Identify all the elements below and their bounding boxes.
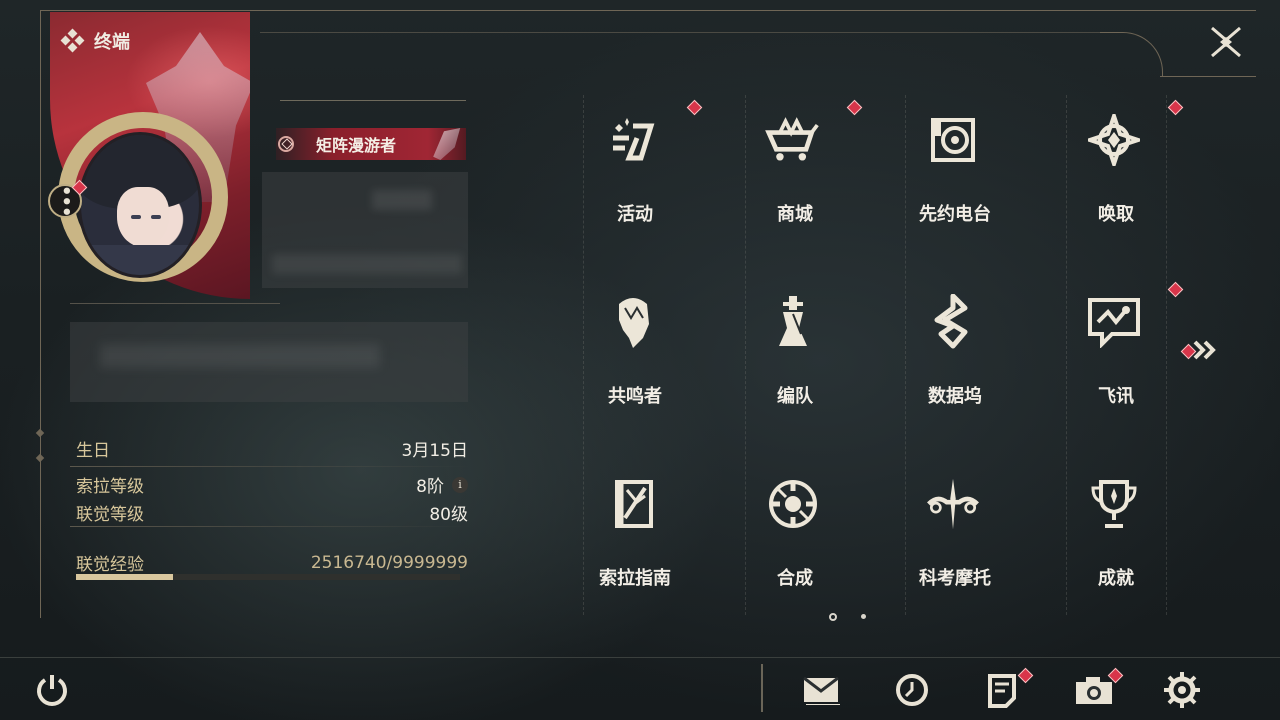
avatar[interactable] [78,132,202,278]
camera-icon [1076,677,1112,704]
menu-item-team[interactable]: 编队 [715,282,875,432]
blurred-signature[interactable] [70,322,468,402]
menu-item-label: 合成 [777,568,813,589]
menu-item-guide[interactable]: 索拉指南 [555,464,715,614]
menu-item-label: 成就 [1098,568,1134,589]
notification-dot [1167,99,1184,116]
trophy-icon [1086,476,1142,532]
menu-item-label: 编队 [777,386,813,407]
frame-inner-line [260,32,1102,33]
menu-item-label: 索拉指南 [599,568,671,589]
bottom-bar-divider [0,657,1280,658]
header: 终端 [60,28,130,54]
notification-dot [846,99,863,116]
title-badge-text: 矩阵漫游者 [316,136,397,155]
menu-item-data-dock[interactable]: 数据坞 [875,282,1035,432]
birthday-row: 生日 3月15日 [76,436,468,461]
rail-marker [35,453,45,463]
birthday-label: 生日 [76,441,110,461]
message-chat-icon [1086,294,1142,350]
badge-wing-icon [433,128,461,160]
menu-item-label: 飞讯 [1098,386,1134,407]
settings-gear-icon [1164,672,1200,708]
divider [70,526,470,527]
menu-item-radio[interactable]: 先约电台 [875,100,1035,250]
mail-button[interactable] [800,668,844,712]
notification-dot [686,99,703,116]
power-button[interactable] [34,672,70,708]
terminal-diamond-icon [60,28,85,53]
convene-icon [1086,112,1142,168]
birthday-value: 3月15日 [401,441,468,461]
title-badge[interactable]: 矩阵漫游者 [276,128,466,160]
title-emblem-icon [278,136,294,152]
menu-item-label: 科考摩托 [919,568,991,589]
sola-level-group: 8阶 i [416,472,468,497]
badge-divider [280,100,466,101]
sola-level-value: 8阶 [416,477,444,497]
next-page-button[interactable] [1192,340,1218,360]
settings-button[interactable] [1160,668,1204,712]
union-exp-label: 联觉经验 [76,555,144,575]
mail-icon [803,676,840,705]
data-dock-icon [925,294,981,350]
union-exp-value: 2516740/9999999 [310,552,468,573]
close-icon [1211,26,1241,58]
info-icon[interactable]: i [452,476,468,493]
sola-level-row: 索拉等级 8阶 i [76,472,468,497]
sola-level-label: 索拉等级 [76,477,144,497]
double-chevron-right-icon [1193,340,1216,360]
menu-item-convene[interactable]: 唤取 [1036,99,1196,250]
synthesis-icon [765,476,821,532]
menu-item-label: 唤取 [1098,204,1134,225]
notice-icon [988,674,1016,708]
divider [70,303,280,304]
team-chess-icon [765,294,821,350]
page-indicator-current[interactable] [829,613,837,621]
history-button[interactable] [890,668,934,712]
menu-item-resonator[interactable]: 共鸣者 [555,282,715,432]
menu-item-label: 活动 [617,204,653,225]
frame-top-line [40,10,1256,11]
radio-icon [925,112,981,168]
menu-item-label: 商城 [777,204,813,225]
frame-corner [1100,32,1163,77]
menu-item-label: 先约电台 [919,204,991,225]
union-exp-progress-fill [76,574,173,580]
menu-item-messages[interactable]: 飞讯 [1036,281,1196,432]
resonator-icon [605,294,661,350]
activity-icon [605,112,661,168]
frame-left-line [40,10,41,618]
rail-marker [35,428,45,438]
clock-icon [896,674,928,706]
union-level-row: 联觉等级 80级 [76,500,468,525]
union-level-value: 80级 [429,505,468,525]
union-level-label: 联觉等级 [76,505,144,525]
menu-item-motorcycle[interactable]: 科考摩托 [875,464,1035,614]
close-button[interactable] [1206,24,1246,60]
union-exp-progress-bar [76,574,460,580]
menu-item-shop[interactable]: 商城 [715,99,875,250]
page-title: 终端 [94,32,130,53]
motorcycle-icon [925,476,981,532]
bottom-separator [761,664,763,712]
blurred-player-info [262,172,468,288]
menu-item-activity[interactable]: 活动 [555,99,715,250]
menu-item-label: 数据坞 [928,386,982,407]
menu-item-label: 共鸣者 [608,386,662,407]
shop-basket-icon [765,112,821,168]
frame-corner-line [1160,76,1256,77]
guide-book-icon [605,476,661,532]
menu-item-achievements[interactable]: 成就 [1036,464,1196,614]
union-exp-row: 联觉经验 2516740/9999999 [76,550,468,576]
notification-dot [1167,281,1184,298]
power-icon [37,675,67,706]
menu-item-synthesis[interactable]: 合成 [715,464,875,614]
more-dots-icon: ••• [55,185,76,217]
divider [70,466,470,467]
page-indicator-dot[interactable] [861,614,866,619]
